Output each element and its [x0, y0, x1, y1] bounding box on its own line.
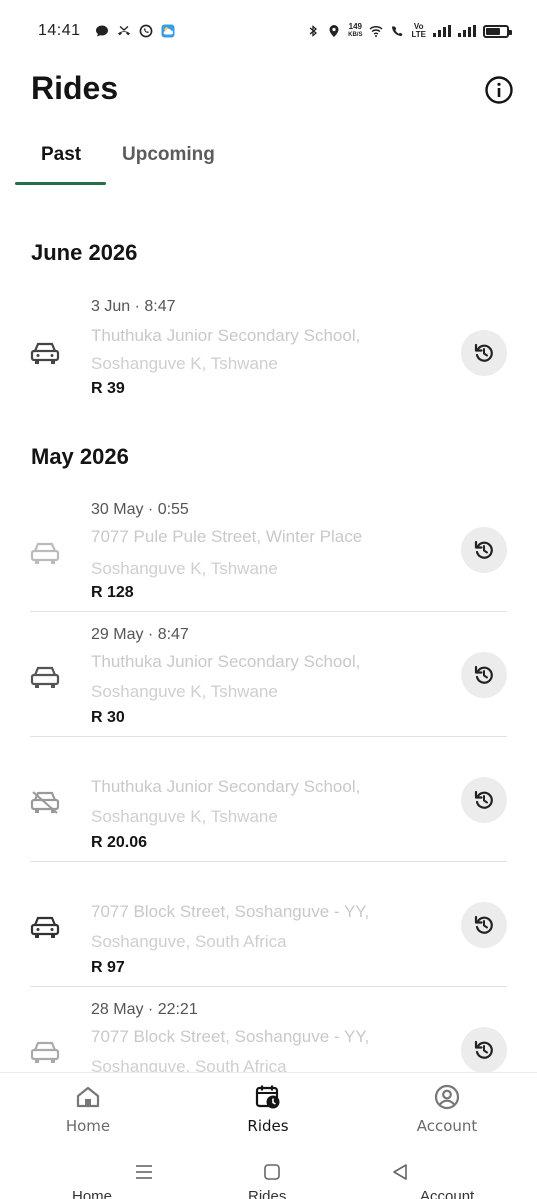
ride-item[interactable]: Thuthuka Junior Secondary School, Soshan…: [30, 737, 507, 862]
ride-price: R 30: [91, 709, 125, 726]
ride-address-line1: 7077 Block Street, Soshanguve - YY,: [91, 1027, 370, 1046]
ghost-label-rides: Rides: [248, 1188, 287, 1199]
network-speed: 149 KB/S: [348, 23, 362, 39]
ride-item[interactable]: 28 May · 22:21 7077 Block Street, Soshan…: [30, 987, 507, 1072]
back-button[interactable]: [388, 1160, 412, 1184]
account-circle-icon: [434, 1084, 460, 1110]
app-header: Rides: [0, 62, 537, 122]
net-speed-value: 149: [348, 22, 362, 31]
bottom-navigation: Home Rides Account: [0, 1072, 537, 1148]
car-icon: [30, 1041, 60, 1063]
ride-date: 29 May · 8:47: [91, 626, 189, 643]
battery-icon: [483, 24, 512, 38]
ride-address-line1: Thuthuka Junior Secondary School,: [91, 326, 361, 345]
recent-apps-button[interactable]: [132, 1160, 156, 1184]
signal-strength-icon: [433, 25, 451, 37]
tab-upcoming[interactable]: Upcoming: [122, 144, 215, 166]
ride-price: R 97: [91, 959, 125, 976]
month-heading: May 2026: [31, 444, 129, 469]
status-time: 14:41: [38, 22, 81, 39]
month-heading: June 2026: [31, 240, 138, 265]
volte-bottom: LTE: [411, 30, 426, 39]
nav-rides[interactable]: Rides: [208, 1083, 328, 1135]
rides-list[interactable]: June 2026 3 Jun · 8:47 Thuthuka Junior S…: [0, 186, 537, 1072]
nav-account-label: Account: [416, 1117, 478, 1135]
system-status-icons: 149 KB/S Vo LTE: [306, 23, 512, 39]
notification-icons: [95, 24, 175, 38]
weather-icon: [161, 24, 175, 38]
ride-address-line2: Soshanguve, South Africa: [91, 1057, 287, 1072]
rebook-icon: [474, 540, 493, 559]
wifi-calling-icon: [392, 26, 403, 36]
rebook-button[interactable]: [461, 902, 507, 948]
back-triangle-icon: [393, 1164, 407, 1180]
ride-price: R 39: [91, 380, 125, 397]
nav-home[interactable]: Home: [28, 1083, 148, 1135]
rebook-icon: [474, 665, 493, 684]
ride-address-line2: Soshanguve K, Tshwane: [91, 354, 278, 373]
ride-item[interactable]: 29 May · 8:47 Thuthuka Junior Secondary …: [30, 612, 507, 737]
ride-date: 28 May · 22:21: [91, 1001, 198, 1018]
ride-tabs: Past Upcoming: [0, 130, 537, 186]
car-icon: [30, 542, 60, 564]
whatsapp-icon: [139, 24, 152, 38]
ride-date: 3 Jun · 8:47: [91, 298, 176, 315]
ride-address-line2: Soshanguve K, Tshwane: [91, 807, 278, 826]
info-button[interactable]: [481, 72, 517, 108]
ghost-label-account: Account: [420, 1188, 475, 1199]
active-tab-indicator: [15, 182, 106, 185]
car-icon: [30, 791, 60, 814]
rebook-button[interactable]: [461, 1027, 507, 1072]
nav-rides-label: Rides: [247, 1117, 289, 1135]
ride-address-line2: Soshanguve, South Africa: [91, 932, 287, 951]
ride-address-line1: Thuthuka Junior Secondary School,: [91, 777, 361, 796]
car-icon: [30, 916, 60, 938]
square-icon: [264, 1164, 280, 1180]
ride-item[interactable]: 7077 Block Street, Soshanguve - YY, Sosh…: [30, 862, 507, 987]
info-circle-icon: [485, 76, 513, 104]
ride-address-line2: Soshanguve K, Tshwane: [91, 559, 278, 578]
status-bar: 14:41 149 KB/S Vo LTE: [0, 0, 537, 62]
ride-price: R 20.06: [91, 834, 148, 851]
tab-past[interactable]: Past: [41, 144, 81, 166]
ride-address-line2: Soshanguve K, Tshwane: [91, 682, 278, 701]
rebook-icon: [474, 343, 493, 362]
chat-bubble-icon: [95, 25, 108, 37]
nav-home-label: Home: [65, 1117, 111, 1135]
rebook-icon: [474, 915, 493, 934]
calendar-clock-icon: [255, 1085, 280, 1109]
car-icon: [30, 666, 60, 688]
ride-item[interactable]: 3 Jun · 8:47 Thuthuka Junior Secondary S…: [30, 292, 507, 417]
page-title: Rides: [31, 70, 119, 106]
volte-indicator: Vo LTE: [411, 23, 426, 39]
ride-address-line1: Thuthuka Junior Secondary School,: [91, 652, 361, 671]
rebook-button[interactable]: [461, 330, 507, 376]
missed-call-icon: [117, 25, 130, 36]
car-icon: [30, 342, 60, 364]
bluetooth-icon: [309, 25, 318, 37]
net-speed-unit: KB/S: [348, 32, 363, 38]
ghost-label-home: Home: [72, 1188, 113, 1199]
location-icon: [329, 25, 339, 37]
ghost-nav-labels: Home Rides Account: [0, 1188, 537, 1199]
ride-address-line1: 7077 Block Street, Soshanguve - YY,: [91, 902, 370, 921]
rebook-button[interactable]: [461, 527, 507, 573]
rebook-button[interactable]: [461, 777, 507, 823]
ride-date: 30 May · 0:55: [91, 501, 189, 518]
nav-account[interactable]: Account: [387, 1083, 507, 1135]
ride-item[interactable]: 30 May · 0:55 7077 Pule Pule Street, Win…: [30, 487, 507, 612]
home-system-button[interactable]: [260, 1160, 284, 1184]
rebook-button[interactable]: [461, 652, 507, 698]
ride-price: R 128: [91, 584, 134, 601]
home-icon: [76, 1086, 100, 1108]
rebook-icon: [474, 1040, 493, 1059]
wifi-icon: [369, 25, 383, 37]
ride-address-line1: 7077 Pule Pule Street, Winter Place: [91, 527, 363, 546]
signal-strength-2-icon: [458, 25, 476, 37]
menu-lines-icon: [136, 1165, 152, 1179]
rebook-icon: [474, 790, 493, 809]
